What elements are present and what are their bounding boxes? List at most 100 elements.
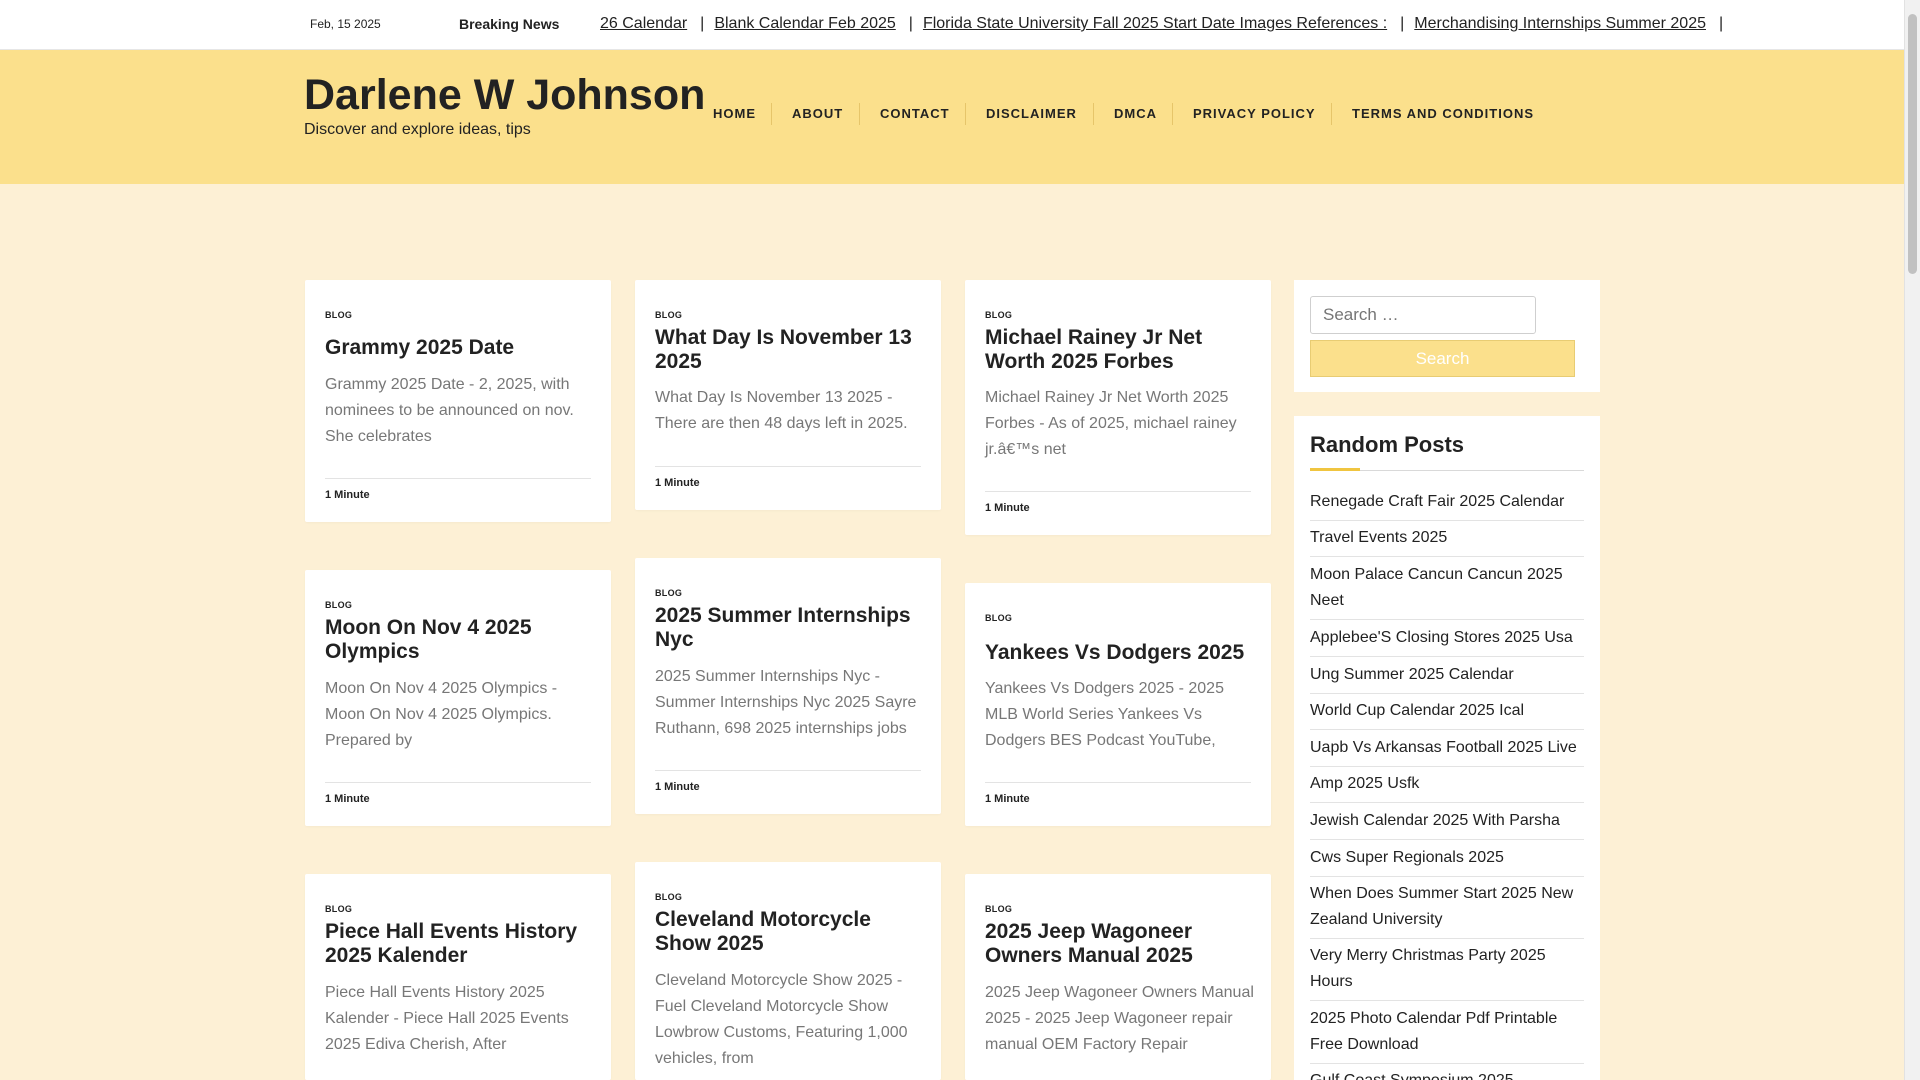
scrollbar-thumb[interactable] <box>1908 14 1917 274</box>
post-category[interactable]: BLOG <box>325 904 352 914</box>
random-post-link[interactable]: Travel Events 2025 <box>1310 525 1584 551</box>
post-title[interactable]: Yankees Vs Dodgers 2025 <box>985 641 1257 665</box>
random-post-link[interactable]: 2025 Photo Calendar Pdf Printable Free D… <box>1310 1006 1584 1058</box>
nav-dmca[interactable]: DMCA <box>1114 106 1157 121</box>
post-category[interactable]: BLOG <box>325 310 352 320</box>
random-post-link[interactable]: World Cup Calendar 2025 Ical <box>1310 698 1584 724</box>
ticker-item[interactable]: Merchandising Internships Summer 2025 <box>1414 15 1706 33</box>
post-card: BLOG Grammy 2025 Date Grammy 2025 Date -… <box>305 280 611 522</box>
post-card: BLOG Yankees Vs Dodgers 2025 Yankees Vs … <box>965 583 1271 826</box>
post-title[interactable]: Piece Hall Events History 2025 Kalender <box>325 920 597 968</box>
post-title[interactable]: Moon On Nov 4 2025 Olympics <box>325 616 597 664</box>
list-divider <box>1310 619 1584 620</box>
post-category[interactable]: BLOG <box>655 310 682 320</box>
nav-contact[interactable]: CONTACT <box>880 106 950 121</box>
card-divider <box>985 782 1251 783</box>
random-post-link[interactable]: When Does Summer Start 2025 New Zealand … <box>1310 881 1584 933</box>
nav-about[interactable]: ABOUT <box>792 106 843 121</box>
card-divider <box>655 770 921 771</box>
nav-home[interactable]: HOME <box>713 106 756 121</box>
random-posts-widget: Random Posts Renegade Craft Fair 2025 Ca… <box>1294 416 1600 1080</box>
post-excerpt: Yankees Vs Dodgers 2025 - 2025 MLB World… <box>985 680 1224 749</box>
ticker-separator: | <box>1400 15 1405 32</box>
card-divider <box>325 782 591 783</box>
post-title[interactable]: Grammy 2025 Date <box>325 336 597 360</box>
post-read-time: 1 Minute <box>325 489 370 501</box>
nav-privacy-policy[interactable]: PRIVACY POLICY <box>1193 106 1316 121</box>
card-divider <box>655 466 921 467</box>
list-divider <box>1310 839 1584 840</box>
post-category[interactable]: BLOG <box>985 613 1012 623</box>
top-bar: Feb, 15 2025 Breaking News 26 Calendar | B… <box>0 0 1904 50</box>
random-post-link[interactable]: Cws Super Regionals 2025 <box>1310 845 1584 871</box>
list-divider <box>1310 802 1584 803</box>
current-date: Feb, 15 2025 <box>310 17 381 31</box>
post-card: BLOG Cleveland Motorcycle Show 2025 Clev… <box>635 862 941 1080</box>
post-excerpt: Grammy 2025 Date - 2, 2025, with nominee… <box>325 376 574 445</box>
post-title[interactable]: Cleveland Motorcycle Show 2025 <box>655 908 927 956</box>
post-category[interactable]: BLOG <box>985 904 1012 914</box>
list-divider <box>1310 656 1584 657</box>
post-read-time: 1 Minute <box>655 781 700 793</box>
post-title[interactable]: What Day Is November 13 2025 <box>655 326 927 374</box>
ticker-item[interactable]: Florida State University Fall 2025 Start… <box>923 15 1387 33</box>
nav-terms-and-conditions[interactable]: TERMS AND CONDITIONS <box>1352 106 1534 121</box>
search-widget: Search <box>1294 280 1600 392</box>
ticker-item[interactable]: Blank Calendar Feb 2025 <box>714 15 895 33</box>
post-title[interactable]: 2025 Summer Internships Nyc <box>655 604 927 652</box>
breaking-news-label: Breaking News <box>459 16 560 32</box>
page-scrollbar[interactable] <box>1904 0 1920 1080</box>
post-excerpt: Michael Rainey Jr Net Worth 2025 Forbes … <box>985 389 1237 458</box>
post-category[interactable]: BLOG <box>655 892 682 902</box>
ticker-item[interactable]: 26 Calendar <box>600 15 687 33</box>
post-category[interactable]: BLOG <box>325 600 352 610</box>
search-input[interactable] <box>1310 296 1536 334</box>
random-post-link[interactable]: Amp 2025 Usfk <box>1310 771 1584 797</box>
post-excerpt: 2025 Summer Internships Nyc - Summer Int… <box>655 668 917 737</box>
random-post-link[interactable]: Moon Palace Cancun Cancun 2025 Neet <box>1310 562 1584 614</box>
post-excerpt: 2025 Jeep Wagoneer Owners Manual 2025 - … <box>985 984 1254 1053</box>
nav-divider <box>859 103 860 125</box>
site-header: Darlene W Johnson Discover and explore i… <box>0 50 1904 184</box>
nav-disclaimer[interactable]: DISCLAIMER <box>986 106 1077 121</box>
list-divider <box>1310 729 1584 730</box>
ticker-separator: | <box>700 15 705 32</box>
card-divider <box>325 478 591 479</box>
widget-title-accent <box>1310 468 1360 471</box>
breaking-news-ticker: 26 Calendar | Blank Calendar Feb 2025 | Flor… <box>600 15 1904 37</box>
random-post-link[interactable]: Renegade Craft Fair 2025 Calendar <box>1310 489 1584 515</box>
nav-divider <box>771 103 772 125</box>
ticker-separator: | <box>908 15 913 32</box>
list-divider <box>1310 876 1584 877</box>
site-title[interactable]: Darlene W Johnson <box>304 71 705 120</box>
list-divider <box>1310 938 1584 939</box>
random-post-link[interactable]: Very Merry Christmas Party 2025 Hours <box>1310 943 1584 995</box>
post-card: BLOG Piece Hall Events History 2025 Kale… <box>305 874 611 1080</box>
post-title[interactable]: 2025 Jeep Wagoneer Owners Manual 2025 <box>985 920 1257 968</box>
post-card: BLOG Moon On Nov 4 2025 Olympics Moon On… <box>305 570 611 826</box>
nav-divider <box>965 103 966 125</box>
random-post-link[interactable]: Jewish Calendar 2025 With Parsha <box>1310 808 1584 834</box>
post-category[interactable]: BLOG <box>985 310 1012 320</box>
random-post-link[interactable]: Ung Summer 2025 Calendar <box>1310 662 1584 688</box>
list-divider <box>1310 766 1584 767</box>
nav-divider <box>1172 103 1173 125</box>
random-post-link[interactable]: Applebee'S Closing Stores 2025 Usa <box>1310 625 1584 651</box>
nav-divider <box>1331 103 1332 125</box>
post-read-time: 1 Minute <box>985 502 1030 514</box>
post-excerpt: Piece Hall Events History 2025 Kalender … <box>325 984 569 1053</box>
post-excerpt: What Day Is November 13 2025 - There are… <box>655 389 908 432</box>
post-read-time: 1 Minute <box>655 477 700 489</box>
post-excerpt: Moon On Nov 4 2025 Olympics - Moon On No… <box>325 680 558 749</box>
nav-divider <box>1093 103 1094 125</box>
list-divider <box>1310 520 1584 521</box>
search-button[interactable]: Search <box>1310 340 1575 377</box>
post-card: BLOG 2025 Summer Internships Nyc 2025 Su… <box>635 558 941 814</box>
post-category[interactable]: BLOG <box>655 588 682 598</box>
post-title[interactable]: Michael Rainey Jr Net Worth 2025 Forbes <box>985 326 1257 374</box>
random-post-link[interactable]: Uapb Vs Arkansas Football 2025 Live <box>1310 735 1584 761</box>
card-divider <box>985 491 1251 492</box>
list-divider <box>1310 693 1584 694</box>
post-card: BLOG Michael Rainey Jr Net Worth 2025 Fo… <box>965 280 1271 535</box>
random-post-link[interactable]: Gulf Coast Symposium 2025 <box>1310 1068 1584 1080</box>
